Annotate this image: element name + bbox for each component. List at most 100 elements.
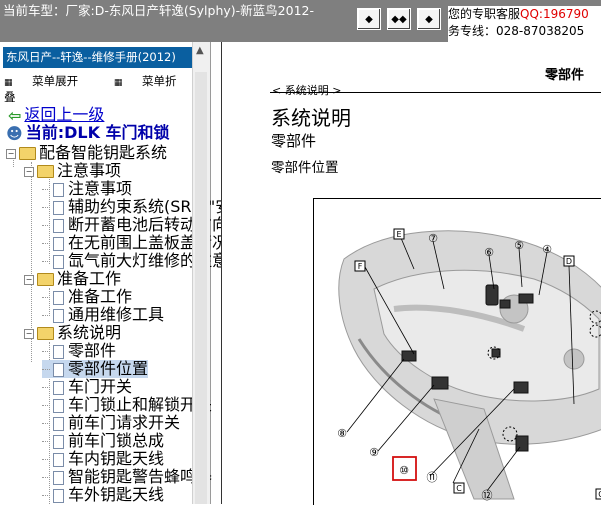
document-icon	[53, 398, 64, 413]
tree-item[interactable]: 在无前围上盖板盖情况下	[42, 234, 244, 252]
document-icon	[53, 182, 64, 197]
service-prefix: 您的专职客服	[448, 7, 521, 21]
sidebar-scrollbar[interactable]: ▲	[192, 42, 210, 504]
sidebar: 东风日产--轩逸--维修手册(2012) ▦ 菜单展开 ▦ 菜单折叠 ⇦ 返回上一…	[0, 42, 244, 504]
tree-item[interactable]: 车外钥匙天线	[42, 486, 164, 504]
label-10: ⑩	[399, 464, 409, 477]
tree-label: 注意事项	[57, 161, 122, 180]
tree-folder[interactable]: − 注意事项	[24, 162, 121, 180]
tree-label: 通用维修工具	[68, 305, 165, 324]
label-6: ⑥	[484, 246, 494, 259]
next-icon: ◆	[425, 13, 433, 25]
document-icon	[53, 290, 64, 305]
grid-icon: ▦	[4, 78, 13, 88]
collapse-toggle-icon[interactable]: −	[24, 166, 34, 177]
tree-item[interactable]: 零部件位置	[42, 359, 149, 378]
tree-item[interactable]: 断开蓄电池后转动方向盘	[42, 216, 244, 234]
label-F: F	[358, 262, 363, 271]
breadcrumb[interactable]: < 系统说明 >	[272, 82, 341, 98]
subsubsection-heading: 零部件位置	[271, 160, 339, 176]
vehicle-title: 当前车型：厂家:D-东风日产轩逸(Sylphy)-新蓝鸟2012-	[3, 3, 314, 18]
expand-menu-label: 菜单展开	[32, 74, 79, 88]
tree-label: 氙气前大灯维修的注意事	[68, 251, 245, 270]
tree-item[interactable]: 车门锁止和解锁开关	[42, 396, 212, 414]
document-icon	[53, 488, 64, 503]
label-4: ④	[542, 243, 552, 256]
tree-item[interactable]: 车内钥匙天线	[42, 450, 164, 468]
tree-label: 系统说明	[57, 323, 122, 342]
tree-label: 前车门请求开关	[68, 413, 181, 432]
collapse-toggle-icon[interactable]: −	[24, 328, 34, 339]
scroll-up-icon[interactable]: ▲	[196, 45, 204, 56]
folder-icon	[19, 147, 36, 160]
label-8: ⑧	[337, 427, 347, 440]
tree-item[interactable]: 前车门锁总成	[42, 432, 164, 450]
tree-label: 车门开关	[68, 377, 133, 396]
label-D: D	[566, 257, 572, 266]
tree-item[interactable]: 智能钥匙警告蜂鸣器	[42, 468, 212, 486]
collapse-toggle-icon[interactable]: −	[6, 148, 16, 159]
tree-folder[interactable]: − 系统说明	[24, 324, 121, 342]
document-icon	[53, 380, 64, 395]
tree-label: 前车门锁总成	[68, 431, 165, 450]
next-button[interactable]: ◆	[417, 8, 441, 30]
folder-icon	[37, 165, 54, 178]
back-link[interactable]: ⇦ 返回上一级	[8, 105, 105, 125]
tree-label: 零部件位置	[68, 359, 149, 378]
label-11: ⑪	[427, 471, 438, 484]
tree-item[interactable]: 注意事项	[42, 180, 132, 198]
label-5: ⑤	[514, 239, 524, 252]
content-pane: 零部件 < 系统说明 > 系统说明 零部件 零部件位置 E ⑦ ⑥ ⑤ ④ F …	[221, 42, 601, 505]
label-E: E	[396, 230, 401, 239]
document-icon	[53, 416, 64, 431]
collapse-toggle-icon[interactable]: −	[24, 274, 34, 285]
document-icon	[53, 362, 64, 377]
tree-item[interactable]: 前车门请求开关	[42, 414, 180, 432]
tree-item[interactable]: 通用维修工具	[42, 306, 164, 324]
tree-item[interactable]: 准备工作	[42, 288, 132, 306]
back-arrow-icon: ⇦	[8, 105, 22, 125]
document-icon	[53, 434, 64, 449]
tree-label: 配备智能钥匙系统	[39, 143, 168, 162]
scrollbar-thumb[interactable]	[195, 72, 207, 504]
tree-item[interactable]: 零部件	[42, 342, 116, 360]
folder-icon	[37, 327, 54, 340]
expand-icon: ◆◆	[391, 13, 407, 25]
back-label: 返回上一级	[24, 105, 105, 124]
service-qq[interactable]: QQ:196790	[520, 7, 589, 21]
document-icon	[53, 200, 64, 215]
tree-folder[interactable]: − 配备智能钥匙系统	[6, 144, 167, 162]
tree-label: 车内钥匙天线	[68, 449, 165, 468]
label-C1: C	[456, 484, 462, 493]
label-7: ⑦	[428, 232, 438, 245]
prev-button[interactable]: ◆	[357, 8, 381, 30]
tree-item[interactable]: 氙气前大灯维修的注意事	[42, 252, 244, 270]
document-icon	[53, 344, 64, 359]
page-header: 零部件	[544, 68, 584, 83]
service-info: 您的专职客服QQ:196790 务专线：028-87038205	[448, 6, 601, 42]
tree-label: 在无前围上盖板盖情况下	[68, 233, 245, 252]
section-heading: 系统说明	[271, 106, 351, 130]
tree-label: 断开蓄电池后转动方向盘	[68, 215, 245, 234]
person-icon: ☻	[6, 123, 23, 143]
manual-title: 东风日产--轩逸--维修手册(2012)	[3, 47, 194, 68]
document-icon	[53, 236, 64, 251]
expand-button[interactable]: ◆◆	[387, 8, 411, 30]
tree-label: 车门锁止和解锁开关	[68, 395, 213, 414]
tree-folder[interactable]: − 准备工作	[24, 270, 121, 288]
label-9: ⑨	[369, 446, 379, 459]
current-section: ☻ 当前:DLK 车门和锁	[6, 123, 170, 143]
service-phone: 务专线：028-87038205	[448, 24, 585, 38]
top-bar: 当前车型：厂家:D-东风日产轩逸(Sylphy)-新蓝鸟2012- ◆ ◆◆ ◆…	[0, 0, 601, 42]
tree-item[interactable]: 车门开关	[42, 378, 132, 396]
car-interior-illustration: E ⑦ ⑥ ⑤ ④ F D ⑧ ⑨ ⑩ ⑪ C C ⑫	[337, 228, 601, 502]
expand-menu-button[interactable]: ▦ 菜单展开	[4, 74, 94, 88]
label-12: ⑫	[482, 489, 493, 502]
header-divider	[270, 92, 601, 93]
subsection-heading: 零部件	[271, 132, 317, 150]
prev-icon: ◆	[365, 13, 373, 25]
tree-label: 零部件	[68, 341, 117, 360]
document-icon	[53, 308, 64, 323]
component-location-diagram: E ⑦ ⑥ ⑤ ④ F D ⑧ ⑨ ⑩ ⑪ C C ⑫	[313, 198, 601, 505]
grid-icon: ▦	[113, 78, 123, 88]
